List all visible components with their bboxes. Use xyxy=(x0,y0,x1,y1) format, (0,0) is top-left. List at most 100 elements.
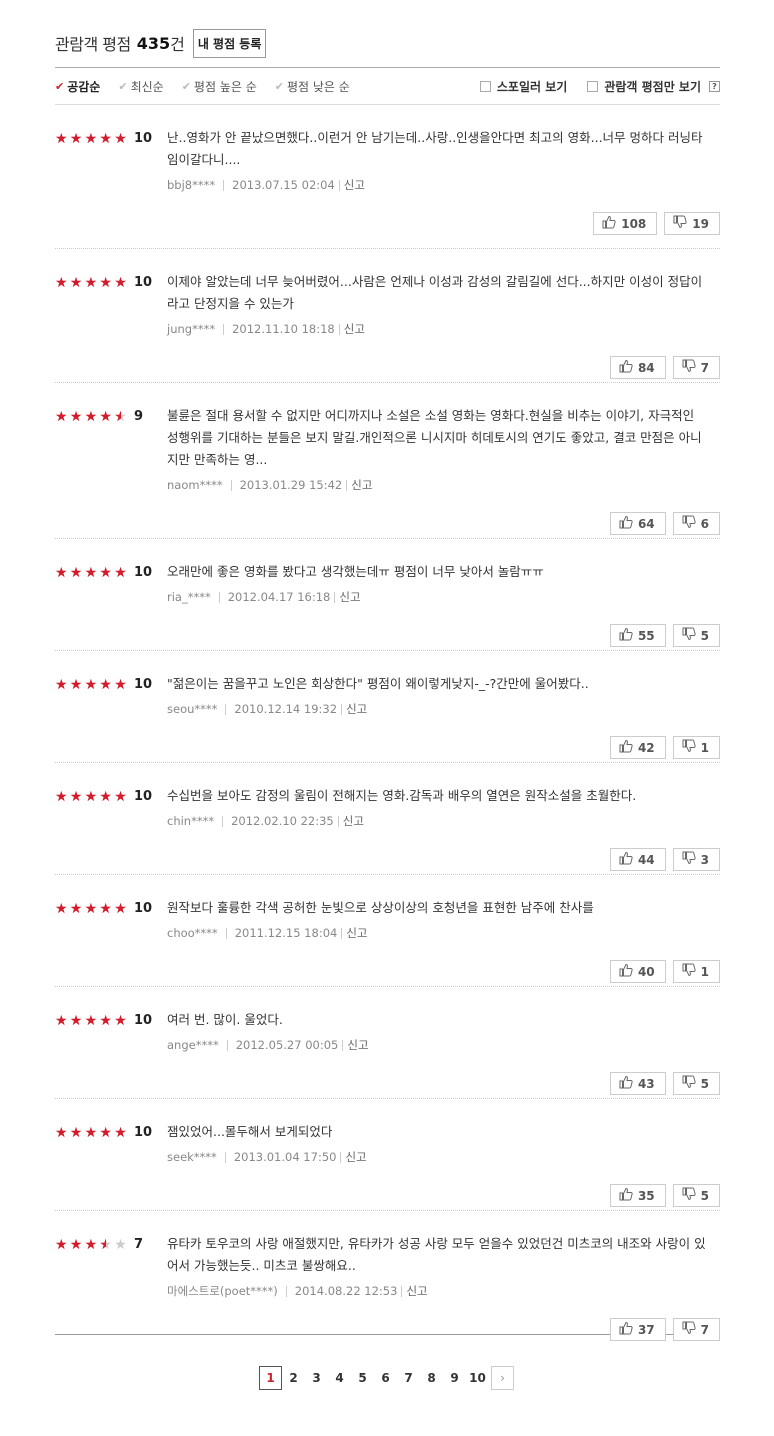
divider xyxy=(223,179,225,191)
report-link[interactable]: 신고 xyxy=(343,813,364,829)
page-link-1[interactable]: 1 xyxy=(259,1366,282,1390)
dislike-count: 5 xyxy=(700,1076,709,1091)
dislike-count: 3 xyxy=(700,852,709,867)
review-item: ★ ★ ★ ★ ★ ★ ★ ★ ★ ★ 10 이제야 알았는데 너무 늦어버렸어...사람은 언제나 … xyxy=(55,249,720,383)
audience-only-toggle[interactable]: 관람객 평점만 보기 ? xyxy=(587,78,720,95)
audience-only-checkbox[interactable] xyxy=(587,80,599,92)
like-button[interactable]: 40 xyxy=(609,960,666,983)
page-link-8[interactable]: 8 xyxy=(420,1366,443,1390)
vote-buttons: 64 6 xyxy=(603,512,720,535)
sort-option-0[interactable]: ✔ 공감순 xyxy=(55,78,100,95)
pagination: 1 2 3 4 5 6 7 8 9 10 › xyxy=(259,1366,514,1390)
review-text: 오래만에 좋은 영화를 봤다고 생각했는데ㅠ 평점이 너무 낮아서 놀람ㅠㅠ xyxy=(167,564,544,579)
spoiler-toggle[interactable]: 스포일러 보기 xyxy=(479,78,567,95)
like-button[interactable]: 108 xyxy=(593,212,658,235)
report-link[interactable]: 신고 xyxy=(346,701,367,717)
star-icon: ★★ xyxy=(99,900,112,917)
sort-option-2[interactable]: ✔ 평점 높은 순 xyxy=(182,78,257,95)
report-link[interactable]: 신고 xyxy=(347,1037,368,1053)
page-link-4[interactable]: 4 xyxy=(328,1366,351,1390)
vote-buttons: 37 7 xyxy=(603,1318,720,1341)
report-link[interactable]: 신고 xyxy=(344,321,365,337)
star-icon: ★★ xyxy=(114,1124,127,1141)
review-date: 2010.12.14 19:32 xyxy=(234,702,338,716)
register-review-button[interactable]: 내 평점 등록 xyxy=(192,28,267,58)
report-link[interactable]: 신고 xyxy=(339,589,360,605)
page-link-3[interactable]: 3 xyxy=(305,1366,328,1390)
like-button[interactable]: 43 xyxy=(609,1072,666,1095)
like-button[interactable]: 35 xyxy=(609,1184,666,1207)
divider xyxy=(341,927,343,939)
thumbs-down-icon xyxy=(682,359,701,376)
like-button[interactable]: 44 xyxy=(609,848,666,871)
dislike-button[interactable]: 5 xyxy=(672,624,720,647)
report-link[interactable]: 신고 xyxy=(351,477,372,493)
star-rating: ★★★★★★★★★★7 xyxy=(55,1237,143,1252)
dislike-count: 1 xyxy=(700,740,709,755)
sort-options: ✔ 공감순 ✔ 최신순 ✔ 평점 높은 순 ✔ 평점 낮은 순 xyxy=(55,78,368,95)
report-link[interactable]: 신고 xyxy=(345,1149,366,1165)
star-icon: ★★ xyxy=(84,900,98,917)
dislike-button[interactable]: 7 xyxy=(672,1318,720,1341)
thumbs-down-icon xyxy=(673,215,692,232)
help-icon[interactable]: ? xyxy=(709,80,720,92)
thumbs-up-icon xyxy=(602,215,621,232)
dislike-count: 7 xyxy=(700,360,709,375)
sort-option-3[interactable]: ✔ 평점 낮은 순 xyxy=(275,78,350,95)
reviewer-id[interactable]: seek**** xyxy=(167,1150,217,1164)
dislike-button[interactable]: 19 xyxy=(664,212,720,235)
review-score: 10 xyxy=(133,1013,153,1028)
vote-buttons: 108 19 xyxy=(586,212,720,235)
reviewer-id[interactable]: ange**** xyxy=(167,1038,219,1052)
like-button[interactable]: 42 xyxy=(609,736,666,759)
like-count: 43 xyxy=(637,1076,655,1091)
report-link[interactable]: 신고 xyxy=(346,925,367,941)
like-button[interactable]: 84 xyxy=(609,356,666,379)
dislike-button[interactable]: 1 xyxy=(672,736,720,759)
vote-buttons: 44 3 xyxy=(603,848,720,871)
like-button[interactable]: 64 xyxy=(609,512,666,535)
reviewer-id[interactable]: ria_**** xyxy=(167,590,211,604)
dislike-button[interactable]: 6 xyxy=(672,512,720,535)
reviewer-id[interactable]: naom**** xyxy=(167,478,223,492)
page-link-5[interactable]: 5 xyxy=(351,1366,374,1390)
review-text: 잼있었어...몰두해서 보게되었다 xyxy=(167,1124,333,1139)
spoiler-checkbox[interactable] xyxy=(479,80,491,92)
dislike-button[interactable]: 5 xyxy=(672,1072,720,1095)
dislike-button[interactable]: 1 xyxy=(672,960,720,983)
review-score: 10 xyxy=(133,131,153,146)
thumbs-up-icon xyxy=(619,627,638,644)
page-link-6[interactable]: 6 xyxy=(374,1366,397,1390)
reviewer-id[interactable]: jung**** xyxy=(167,322,215,336)
reviewer-id[interactable]: 마에스트로(poet****) xyxy=(167,1283,278,1299)
star-icon: ★★ xyxy=(84,788,98,805)
like-button[interactable]: 55 xyxy=(609,624,666,647)
dislike-button[interactable]: 7 xyxy=(672,356,720,379)
reviewer-id[interactable]: seou**** xyxy=(167,702,217,716)
star-icon: ★★ xyxy=(99,274,112,291)
reviewer-id[interactable]: choo**** xyxy=(167,926,218,940)
reviewer-id[interactable]: chin**** xyxy=(167,814,214,828)
dislike-button[interactable]: 5 xyxy=(672,1184,720,1207)
page-link-2[interactable]: 2 xyxy=(282,1366,305,1390)
sort-option-label: 최신순 xyxy=(130,79,164,94)
dislike-button[interactable]: 3 xyxy=(672,848,720,871)
dislike-count: 1 xyxy=(700,964,709,979)
reviewer-id[interactable]: bbj8**** xyxy=(167,178,215,192)
page-link-9[interactable]: 9 xyxy=(443,1366,466,1390)
star-rating: ★ ★ ★ ★ ★ ★ ★ ★ ★ ★ 10 xyxy=(55,677,152,692)
page-link-7[interactable]: 7 xyxy=(397,1366,420,1390)
star-icon: ★★ xyxy=(84,676,98,693)
report-link[interactable]: 신고 xyxy=(344,177,365,193)
like-button[interactable]: 37 xyxy=(609,1318,666,1341)
divider xyxy=(285,1285,287,1297)
report-link[interactable]: 신고 xyxy=(406,1283,427,1299)
review-score: 10 xyxy=(133,901,153,916)
review-date: 2011.12.15 18:04 xyxy=(234,926,338,940)
chevron-right-icon[interactable]: › xyxy=(491,1366,514,1390)
review-text: 유타카 토우코의 사랑 애절했지만, 유타카가 성공 사랑 모두 얻을수 있었던… xyxy=(167,1236,706,1273)
sort-option-1[interactable]: ✔ 최신순 xyxy=(118,78,163,95)
page-link-10[interactable]: 10 xyxy=(466,1366,489,1390)
divider xyxy=(225,927,227,939)
review-item: ★ ★ ★ ★ ★ ★ ★ ★ ★ ★ 10 난..영화가 안 끝났으면했다..이런거 안 남기는데.… xyxy=(55,105,720,249)
